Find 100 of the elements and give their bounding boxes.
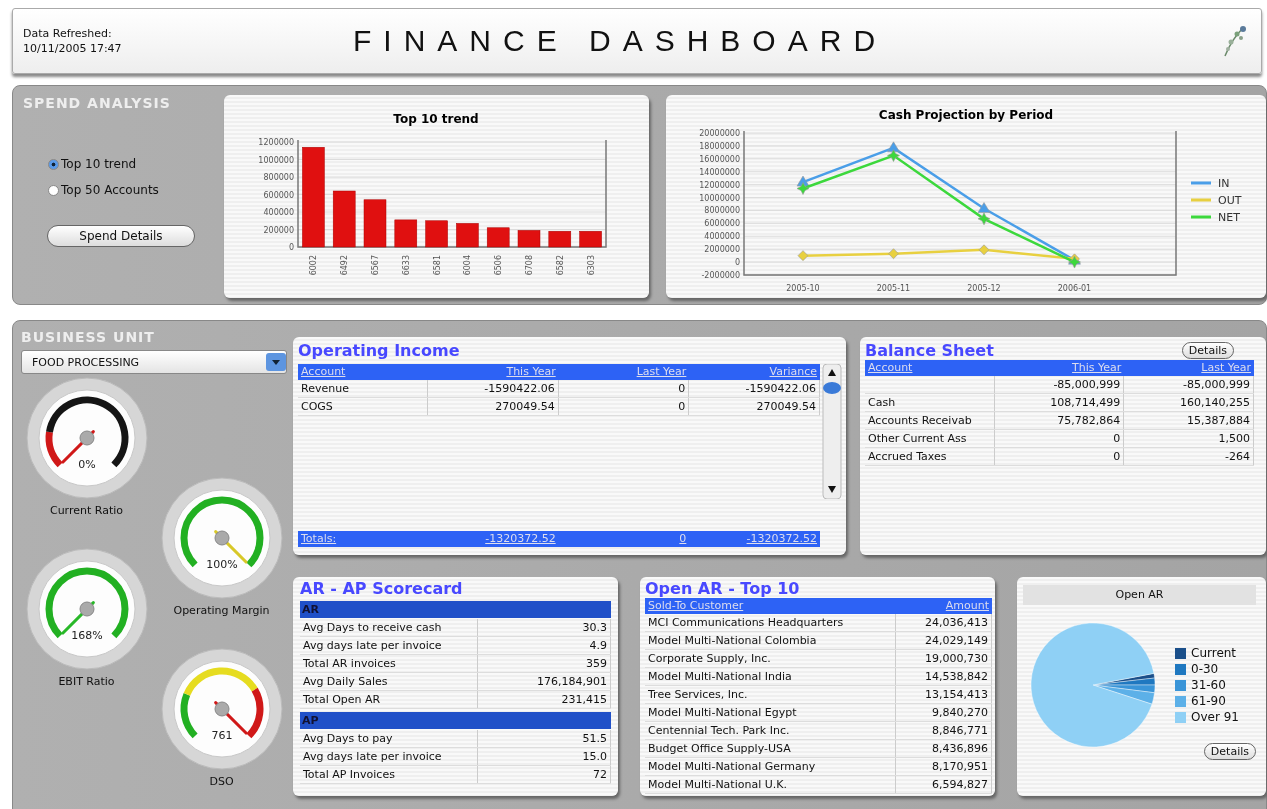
axis-tick-label: 6708 (525, 255, 534, 276)
axis-tick-label: 6633 (401, 255, 411, 276)
table-cell: Total Open AR (300, 691, 478, 708)
axis-tick-label: 12000000 (699, 180, 740, 190)
table-cell: 0 (558, 380, 690, 397)
legend-label: NET (1218, 211, 1240, 224)
table-cell: 24,036,413 (896, 614, 992, 631)
table-cell: 270049.54 (689, 398, 820, 415)
table-cell: Budget Office Supply-USA (645, 740, 896, 757)
axis-tick-label: 2000000 (704, 245, 740, 255)
table-cell: Centennial Tech. Park Inc. (645, 722, 896, 739)
table-cell: Corporate Supply, Inc. (645, 650, 896, 667)
legend-label: IN (1218, 177, 1230, 190)
table-cell: 8,846,771 (896, 722, 992, 739)
panel-title: SPEND ANALYSIS (23, 95, 172, 111)
legend-label: OUT (1218, 194, 1242, 207)
table-cell: 24,029,149 (896, 632, 992, 649)
axis-tick-label: -2000000 (701, 271, 740, 280)
chart-title: Top 10 trend (393, 112, 479, 126)
table-cell: 176,184,901 (478, 673, 611, 690)
table-cell: Model Multi-National Egypt (645, 704, 896, 721)
gauge-label: Operating Margin (173, 604, 270, 617)
table-cell: Tree Services, Inc. (645, 686, 896, 703)
table-cell: -264 (1124, 448, 1254, 465)
column-header: Variance (768, 364, 818, 380)
section-header: AR (300, 601, 611, 618)
axis-tick-label: 1000000 (258, 155, 294, 165)
table-cell: 75,782,864 (994, 412, 1125, 429)
table-cell: 19,000,730 (896, 650, 992, 667)
table-cell: Avg Days to receive cash (300, 619, 478, 636)
totals-cell-text: -1320372.52 (484, 531, 557, 547)
table-cell: Accounts Receivab (868, 414, 972, 427)
card-title: Open AR (1023, 585, 1256, 605)
table-cell: 8,436,896 (896, 740, 992, 757)
table-cell: 270049.54 (428, 398, 559, 415)
section-header: AP (300, 712, 611, 729)
column-header: Sold-To Customer (647, 598, 745, 614)
axis-tick-label: 14000000 (699, 167, 740, 177)
table-cell: 0 (994, 430, 1125, 447)
axis-tick-label: 2005-11 (876, 284, 911, 293)
table-cell: Total AP Invoices (300, 766, 478, 783)
column-header: Last Year (635, 364, 688, 380)
table-cell: 8,170,951 (896, 758, 992, 775)
card-title: Operating Income (298, 341, 461, 360)
table-cell: 108,714,499 (994, 394, 1125, 411)
table-cell: 14,538,842 (896, 668, 992, 685)
axis-tick-label: 0 (734, 258, 740, 268)
table-cell: Avg days late per invoice (300, 637, 478, 654)
table-cell: Model Multi-National Colombia (645, 632, 896, 649)
axis-tick-label: 8000000 (704, 206, 740, 216)
card-title: Balance Sheet (865, 341, 994, 360)
dashboard-title: FINANCE DASHBOARD (352, 24, 889, 58)
legend-label: Current (1191, 646, 1237, 660)
axis-tick-label: 6002 (309, 255, 319, 276)
axis-tick-label: 10000000 (699, 193, 740, 203)
axis-tick-label: 800000 (263, 173, 294, 182)
axis-tick-label: 6492 (340, 255, 350, 276)
table-cell: 6,594,827 (896, 776, 992, 793)
table-cell: Cash (868, 396, 896, 409)
table-cell: COGS (298, 398, 428, 415)
table-cell: Avg days late per invoice (300, 748, 478, 765)
table-cell: 9,840,270 (896, 704, 992, 721)
table-cell: 0 (558, 398, 690, 415)
table-cell: Avg Daily Sales (300, 673, 478, 690)
table-cell: -85,000,999 (994, 376, 1125, 393)
table-cell: 0 (994, 448, 1125, 465)
table-cell: 72 (478, 766, 611, 783)
table-cell: 15.0 (478, 748, 611, 765)
gauge-value: 168% (70, 629, 103, 642)
column-header: This Year (505, 364, 557, 380)
chart-title: Cash Projection by Period (878, 108, 1054, 122)
table-cell: Accrued Taxes (868, 450, 947, 463)
table-cell: -1590422.06 (428, 380, 559, 397)
axis-tick-label: 2006-01 (1057, 284, 1092, 293)
axis-tick-label: 200000 (263, 225, 294, 235)
axis-tick-label: 20000000 (699, 129, 740, 138)
column-header: Account (867, 360, 914, 376)
totals-cell-text: 0 (678, 531, 688, 547)
table-cell: 231,415 (478, 691, 611, 708)
legend-label: 31-60 (1191, 678, 1226, 692)
table-cell: Total AR invoices (300, 655, 478, 672)
legend-label: 0-30 (1191, 662, 1219, 676)
table-cell: 4.9 (478, 637, 611, 654)
gauge-value: 761 (211, 729, 232, 742)
axis-tick-label: 6303 (586, 255, 596, 276)
table-cell: 13,154,413 (896, 686, 992, 703)
gauge-label: EBIT Ratio (58, 675, 115, 688)
axis-tick-label: 6567 (371, 255, 380, 276)
axis-tick-label: 6582 (555, 255, 565, 276)
axis-tick-label: 2005-10 (786, 284, 820, 293)
refresh-label: Data Refreshed: (23, 26, 113, 41)
axis-tick-label: 4000000 (704, 232, 740, 242)
column-header: Last Year (1200, 360, 1252, 376)
axis-tick-label: 6000000 (704, 219, 740, 229)
legend-label: 61-90 (1191, 694, 1226, 708)
totals-cell-text: Totals: (300, 531, 338, 547)
column-header: Amount (944, 598, 990, 614)
axis-tick-label: 6004 (463, 255, 473, 276)
axis-tick-label: 6506 (494, 255, 504, 276)
table-cell: -1590422.06 (689, 380, 820, 397)
